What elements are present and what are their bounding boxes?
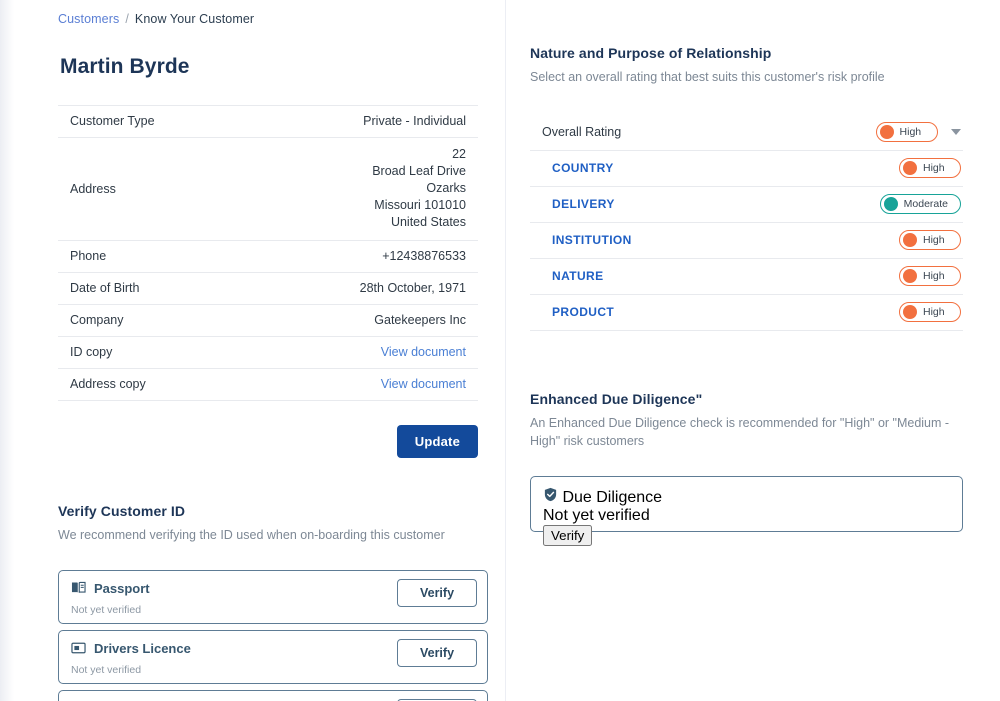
rating-value: Moderate (903, 198, 948, 210)
rating-pill-nature[interactable]: High (899, 266, 961, 286)
category-label-institution[interactable]: INSTITUTION (530, 222, 763, 258)
address-line: Missouri 101010 (374, 198, 466, 212)
address-line: Broad Leaf Drive (372, 164, 466, 178)
risk-ratings-table: Overall Rating High COUNTRY High DELIVER… (530, 114, 963, 331)
address-line: United States (390, 215, 466, 229)
address-copy-view-document-link[interactable]: View document (381, 377, 466, 391)
id-copy-view-document-link[interactable]: View document (381, 345, 466, 359)
verify-card-address: Address Not yet verified Verify (58, 690, 488, 701)
detail-label: Company (70, 313, 124, 327)
rating-pill-country[interactable]: High (899, 158, 961, 178)
kyc-page: Customers / Know Your Customer Martin By… (0, 0, 1000, 701)
breadcrumb: Customers / Know Your Customer (58, 11, 475, 27)
rating-value: High (923, 162, 945, 174)
detail-value: Private - Individual (363, 114, 466, 128)
rating-value: High (899, 125, 922, 138)
category-label-country[interactable]: COUNTRY (530, 150, 763, 186)
table-row: ID copy View document (58, 337, 478, 369)
page-title: Martin Byrde (60, 55, 190, 78)
category-label-nature[interactable]: NATURE (530, 258, 763, 294)
detail-label: Customer Type (70, 114, 155, 128)
table-row-country: COUNTRY High (530, 150, 963, 186)
chevron-down-icon[interactable] (951, 128, 961, 135)
verify-card-label: Due Diligence (562, 488, 663, 506)
rating-pill-institution[interactable]: High (899, 230, 961, 250)
verify-card-label: Drivers Licence (94, 640, 191, 656)
table-row-overall-rating: Overall Rating High (530, 114, 963, 150)
table-row-nature: NATURE High (530, 258, 963, 294)
overall-rating-label: Overall Rating (542, 124, 622, 139)
detail-label: Phone (70, 249, 107, 263)
update-button[interactable]: Update (396, 425, 478, 458)
table-row: Customer Type Private - Individual (58, 105, 478, 138)
shield-check-icon (543, 487, 558, 502)
overall-rating-pill[interactable]: High (875, 121, 938, 142)
category-label-delivery[interactable]: DELIVERY (530, 186, 763, 222)
verify-card-heading: Due Diligence (543, 487, 952, 507)
table-row: Date of Birth 28th October, 1971 (58, 273, 478, 305)
detail-label: ID copy (70, 345, 113, 359)
verify-button-due-diligence[interactable]: Verify (543, 524, 593, 546)
table-row: Phone +12438876533 (58, 241, 478, 273)
address-line: 22 (452, 147, 466, 161)
table-row-institution: INSTITUTION High (530, 222, 963, 258)
left-panel: Customers / Know Your Customer Martin By… (0, 0, 506, 701)
id-card-icon (71, 641, 86, 655)
rating-value: High (923, 270, 945, 282)
verify-card-list: Passport Not yet verified Verify Drivers… (58, 570, 488, 701)
verify-card-label: Passport (94, 580, 150, 596)
verify-card-status: Not yet verified (543, 506, 650, 524)
verify-customer-id-subtitle: We recommend verifying the ID used when … (58, 528, 445, 542)
verify-card-drivers-licence: Drivers Licence Not yet verified Verify (58, 630, 488, 684)
detail-value: Gatekeepers Inc (374, 313, 466, 327)
rating-dot-icon (903, 161, 917, 175)
rating-dot-icon (879, 124, 894, 139)
detail-value: 28th October, 1971 (359, 281, 466, 295)
verify-card-passport: Passport Not yet verified Verify (58, 570, 488, 624)
rating-dot-icon (883, 197, 898, 211)
rating-dot-icon (903, 269, 917, 283)
address-line: Ozarks (426, 181, 466, 195)
enhanced-due-diligence-section: Enhanced Due Diligence" An Enhanced Due … (530, 390, 963, 546)
rating-pill-delivery[interactable]: Moderate (879, 194, 961, 214)
customer-details-table: Customer Type Private - Individual Addre… (58, 105, 478, 401)
table-row-product: PRODUCT High (530, 294, 963, 330)
right-panel: Nature and Purpose of Relationship Selec… (506, 0, 999, 701)
rating-value: High (923, 234, 945, 246)
rating-pill-product[interactable]: High (899, 302, 961, 322)
nature-purpose-subtitle: Select an overall rating that best suits… (530, 70, 885, 84)
detail-value: +12438876533 (382, 249, 466, 263)
verify-customer-id-title: Verify Customer ID (58, 503, 186, 519)
detail-value-address: 22 Broad Leaf Drive Ozarks Missouri 1010… (249, 138, 478, 241)
rating-dot-icon (903, 305, 917, 319)
category-label-product[interactable]: PRODUCT (530, 294, 763, 330)
rating-value: High (923, 306, 945, 318)
enhanced-due-diligence-title: Enhanced Due Diligence" (530, 390, 703, 407)
detail-label: Date of Birth (70, 281, 140, 295)
table-row-delivery: DELIVERY Moderate (530, 186, 963, 222)
nature-purpose-title: Nature and Purpose of Relationship (530, 45, 772, 61)
detail-label: Address (70, 181, 116, 196)
enhanced-due-diligence-subtitle: An Enhanced Due Diligence check is recom… (530, 415, 950, 448)
breadcrumb-separator: / (125, 12, 129, 26)
detail-label: Address copy (70, 377, 146, 391)
breadcrumb-current: Know Your Customer (134, 12, 255, 26)
verify-button-passport[interactable]: Verify (397, 579, 477, 607)
rating-dot-icon (903, 233, 917, 247)
verify-customer-id-section: Verify Customer ID We recommend verifyin… (58, 503, 488, 701)
verify-card-due-diligence: Due Diligence Not yet verified Verify (530, 475, 963, 546)
table-row: Address copy View document (58, 369, 478, 401)
table-row: Company Gatekeepers Inc (58, 305, 478, 337)
breadcrumb-customers-link[interactable]: Customers (58, 12, 119, 26)
update-button-row: Update (58, 425, 478, 458)
table-row: Address 22 Broad Leaf Drive Ozarks Misso… (58, 138, 478, 241)
due-diligence-card-list: Due Diligence Not yet verified Verify (530, 475, 963, 546)
passport-book-icon (71, 581, 86, 595)
verify-button-drivers-licence[interactable]: Verify (397, 639, 477, 667)
